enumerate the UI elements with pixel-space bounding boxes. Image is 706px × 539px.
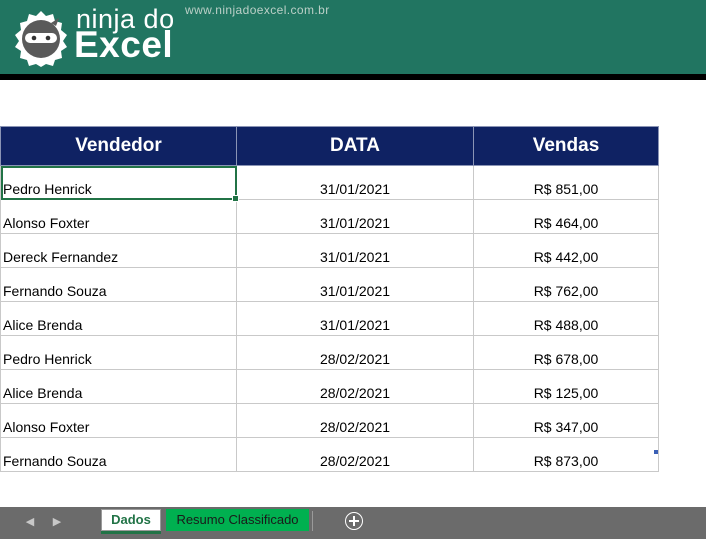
table-header-row: Vendedor DATA Vendas — [0, 126, 659, 166]
cell-data[interactable]: 28/02/2021 — [236, 403, 474, 438]
cell-vendas[interactable]: R$ 762,00 — [473, 267, 659, 302]
tab-resumo-classificado[interactable]: Resumo Classificado — [166, 509, 309, 531]
sheet-tab-bar: ◀ ▶ Dados Resumo Classificado — [0, 507, 706, 539]
cell-vendedor[interactable]: Alonso Foxter — [0, 199, 237, 234]
cell-vendas[interactable]: R$ 873,00 — [473, 437, 659, 472]
table-row: Dereck Fernandez 31/01/2021 R$ 442,00 — [0, 233, 659, 268]
cell-data[interactable]: 28/02/2021 — [236, 369, 474, 404]
site-url: www.ninjadoexcel.com.br — [185, 3, 330, 17]
table-row: Alonso Foxter 28/02/2021 R$ 347,00 — [0, 403, 659, 438]
cell-data[interactable]: 31/01/2021 — [236, 165, 474, 200]
cell-vendas[interactable]: R$ 851,00 — [473, 165, 659, 200]
chevron-left-icon[interactable]: ◀ — [23, 515, 37, 528]
tab-divider — [312, 511, 313, 531]
cell-vendedor[interactable]: Alice Brenda — [0, 369, 237, 404]
tab-dados[interactable]: Dados — [101, 509, 161, 534]
cell-vendedor[interactable]: Alonso Foxter — [0, 403, 237, 438]
cell-vendedor[interactable]: Dereck Fernandez — [0, 233, 237, 268]
table-resize-handle[interactable] — [654, 450, 658, 454]
cell-data[interactable]: 31/01/2021 — [236, 199, 474, 234]
cell-vendas[interactable]: R$ 678,00 — [473, 335, 659, 370]
brand-name-big: Excel — [74, 24, 174, 65]
cell-vendas[interactable]: R$ 125,00 — [473, 369, 659, 404]
fill-handle[interactable] — [232, 195, 239, 202]
sales-table: Vendedor DATA Vendas Pedro Henrick 31/01… — [0, 126, 659, 472]
table-row: Pedro Henrick 31/01/2021 R$ 851,00 — [0, 165, 659, 202]
table-row: Alice Brenda 28/02/2021 R$ 125,00 — [0, 369, 659, 404]
header-vendas[interactable]: Vendas — [473, 126, 659, 166]
cell-data[interactable]: 31/01/2021 — [236, 233, 474, 268]
header-vendedor[interactable]: Vendedor — [0, 126, 237, 166]
cell-data[interactable]: 28/02/2021 — [236, 437, 474, 472]
ninja-head-icon — [15, 11, 67, 67]
cell-vendedor[interactable]: Pedro Henrick — [0, 165, 239, 202]
brand-banner: ninja do Excel www.ninjadoexcel.com.br — [0, 0, 706, 74]
cell-data[interactable]: 28/02/2021 — [236, 335, 474, 370]
table-row: Alice Brenda 31/01/2021 R$ 488,00 — [0, 301, 659, 336]
table-row: Fernando Souza 28/02/2021 R$ 873,00 — [0, 437, 659, 472]
cell-vendedor[interactable]: Fernando Souza — [0, 267, 237, 302]
cell-vendas[interactable]: R$ 464,00 — [473, 199, 659, 234]
cell-vendedor[interactable]: Fernando Souza — [0, 437, 237, 472]
cell-text: Pedro Henrick — [3, 181, 92, 197]
cell-vendas[interactable]: R$ 442,00 — [473, 233, 659, 268]
cell-vendas[interactable]: R$ 347,00 — [473, 403, 659, 438]
cell-vendas[interactable]: R$ 488,00 — [473, 301, 659, 336]
cell-vendedor[interactable]: Pedro Henrick — [0, 335, 237, 370]
cell-data[interactable]: 31/01/2021 — [236, 267, 474, 302]
chevron-right-icon[interactable]: ▶ — [50, 515, 64, 528]
plus-circle-icon[interactable] — [345, 512, 363, 530]
cell-data[interactable]: 31/01/2021 — [236, 301, 474, 336]
header-data[interactable]: DATA — [236, 126, 474, 166]
table-row: Fernando Souza 31/01/2021 R$ 762,00 — [0, 267, 659, 302]
table-row: Alonso Foxter 31/01/2021 R$ 464,00 — [0, 199, 659, 234]
table-row: Pedro Henrick 28/02/2021 R$ 678,00 — [0, 335, 659, 370]
cell-vendedor[interactable]: Alice Brenda — [0, 301, 237, 336]
